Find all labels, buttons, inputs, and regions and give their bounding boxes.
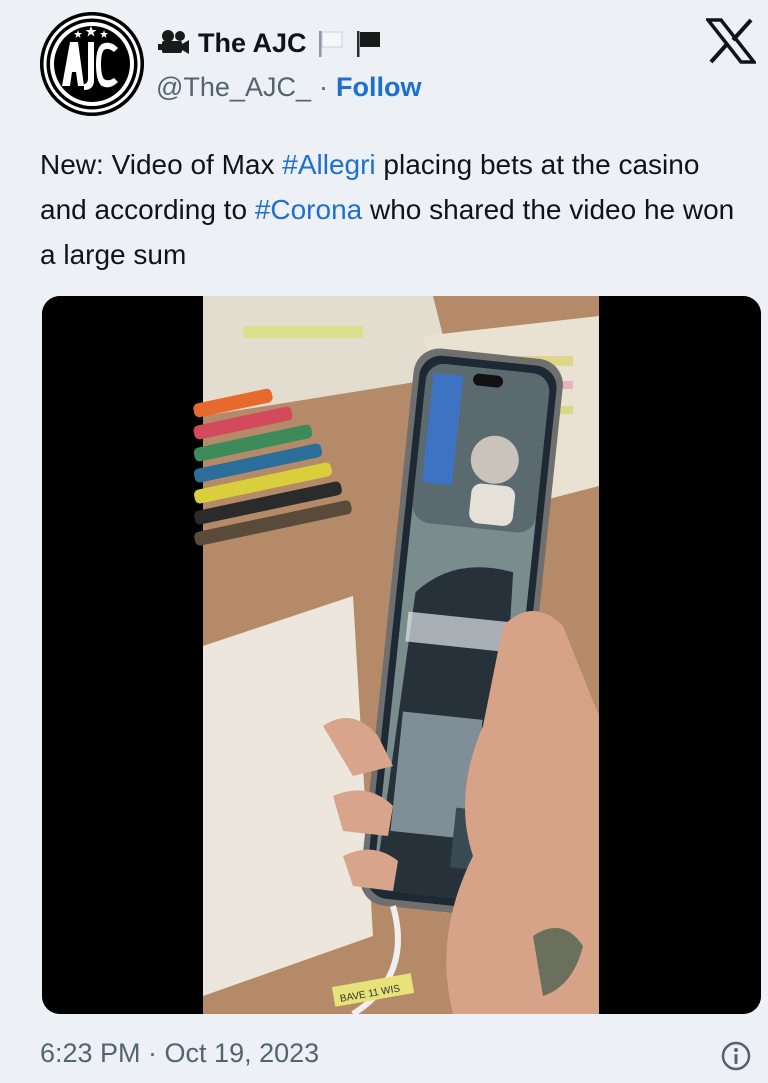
author-display-name: The AJC [198,27,307,58]
hashtag-link[interactable]: #Corona [255,194,362,225]
movie-camera-icon [156,28,190,58]
ajc-logo-icon [40,12,144,116]
tweet-timestamp[interactable]: 6:23 PM · Oct 19, 2023 [40,1034,319,1072]
video-frame: BAVE 11 WIS [42,296,761,1014]
hashtag-link[interactable]: #Allegri [282,149,375,180]
tweet-video[interactable]: BAVE 11 WIS [42,296,761,1014]
tweet-text: New: Video of Max #Allegri placing bets … [40,142,740,277]
separator-dot: · [318,71,328,102]
x-logo-icon[interactable] [704,18,758,64]
author-handle-row: @The_AJC_ · Follow [156,70,421,104]
black-flag-icon [353,28,383,58]
avatar[interactable] [40,12,144,116]
info-icon[interactable] [720,1040,752,1072]
tweet-card: The AJC @The_AJC_ · Follow New: Video of… [0,0,768,1083]
tweet-text-part: New: Video of Max [40,149,283,180]
author-handle[interactable]: @The_AJC_ [156,72,311,103]
follow-button[interactable]: Follow [336,72,421,103]
white-flag-icon [315,28,345,58]
author-name-row[interactable]: The AJC [156,26,383,60]
